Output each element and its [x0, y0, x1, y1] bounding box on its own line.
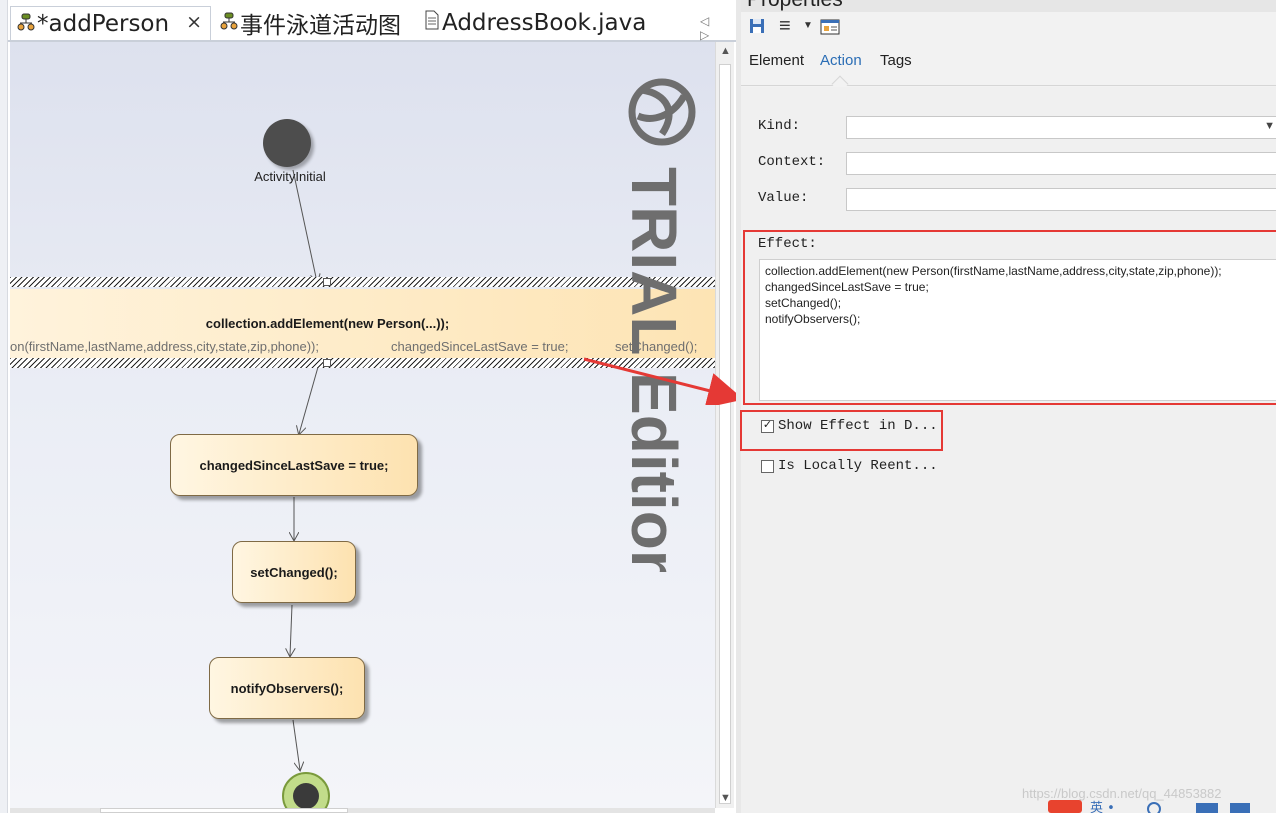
- sparx-logo-icon: [628, 78, 696, 146]
- action-node-setchanged[interactable]: setChanged();: [232, 541, 356, 603]
- scroll-thumb[interactable]: [100, 808, 348, 813]
- value-label: Value:: [758, 190, 809, 206]
- properties-panel: Properties ≡ ▼ Element Action Tags Kind:…: [741, 0, 1276, 813]
- kind-label: Kind:: [758, 118, 801, 134]
- tab-label: *addPerson: [37, 10, 170, 37]
- tab-label: 事件泳道活动图: [240, 13, 401, 39]
- java-file-icon: [424, 10, 440, 36]
- locally-reentrant-label: Is Locally Reent...: [778, 458, 938, 474]
- activity-diagram-icon: [17, 11, 35, 37]
- properties-tabs: Element Action Tags: [741, 44, 1276, 93]
- tab-tags[interactable]: Tags: [880, 52, 912, 69]
- svg-text:英 •: 英 •: [1090, 801, 1115, 813]
- trial-edition-watermark: TRIAL Edition: [622, 78, 696, 572]
- context-label: Context:: [758, 154, 826, 170]
- tab-label: AddressBook.java: [442, 10, 647, 36]
- action-title: collection.addElement(new Person(...));: [205, 316, 450, 331]
- taskbar-tray-icons: 英 •: [1046, 796, 1276, 813]
- input-pin[interactable]: [323, 278, 331, 286]
- locally-reentrant-checkbox[interactable]: [761, 459, 774, 473]
- scroll-thumb[interactable]: [719, 64, 731, 804]
- menu-icon[interactable]: ≡: [779, 15, 791, 38]
- panel-title: Properties: [747, 0, 843, 12]
- properties-toolbar: ≡ ▼: [741, 12, 1276, 44]
- value-field[interactable]: [846, 188, 1276, 211]
- chevron-down-icon[interactable]: ▼: [1264, 120, 1275, 132]
- action-node-notifyobservers[interactable]: notifyObservers();: [209, 657, 365, 719]
- annotation-arrow: [583, 357, 744, 405]
- document-tab-bar: *addPerson × 事件泳道活动图 AddressBook.java ◁ …: [8, 0, 736, 42]
- action-node-changed[interactable]: changedSinceLastSave = true;: [170, 434, 418, 496]
- effect-part: changedSinceLastSave = true;: [391, 339, 569, 354]
- tab-addperson[interactable]: *addPerson ×: [10, 6, 211, 40]
- save-icon[interactable]: [749, 18, 765, 39]
- close-icon[interactable]: ×: [186, 11, 202, 33]
- left-dock-strip: [0, 0, 8, 813]
- locally-reentrant-row[interactable]: Is Locally Reent...: [761, 458, 938, 474]
- node-label: setChanged();: [250, 564, 338, 580]
- activity-diagram-icon: [220, 10, 238, 36]
- context-field[interactable]: [846, 152, 1276, 175]
- partition-hatch-top: [10, 277, 715, 287]
- properties-window-icon[interactable]: [820, 18, 840, 41]
- panel-header: Properties: [741, 0, 1276, 12]
- effect-part: on(firstName,lastName,address,city,state…: [10, 339, 319, 354]
- output-pin[interactable]: [323, 359, 331, 367]
- tab-element[interactable]: Element: [749, 52, 804, 69]
- tab-event-swimlane[interactable]: 事件泳道活动图: [216, 6, 401, 40]
- scroll-up-icon[interactable]: ▲: [720, 45, 731, 57]
- annotation-box-show-effect: [740, 410, 943, 451]
- tab-action[interactable]: Action: [820, 52, 862, 69]
- canvas-vertical-scrollbar[interactable]: ▲ ▼: [715, 42, 734, 808]
- tab-scroll-arrows-icon[interactable]: ◁ ▷: [700, 14, 736, 42]
- chevron-down-icon[interactable]: ▼: [803, 20, 813, 31]
- annotation-box-effect: [743, 230, 1276, 405]
- kind-select[interactable]: ▼: [846, 116, 1276, 139]
- node-label: changedSinceLastSave = true;: [199, 457, 389, 473]
- canvas-horizontal-scrollbar[interactable]: [10, 808, 715, 813]
- diagram-canvas[interactable]: ActivityInitial collection.addElement(ne…: [10, 42, 715, 808]
- activity-initial-node[interactable]: [263, 119, 311, 167]
- initial-node-label: ActivityInitial: [254, 169, 326, 184]
- tab-addressbook-java[interactable]: AddressBook.java: [422, 6, 646, 40]
- scroll-down-icon[interactable]: ▼: [720, 792, 731, 804]
- node-label: notifyObservers();: [230, 680, 344, 696]
